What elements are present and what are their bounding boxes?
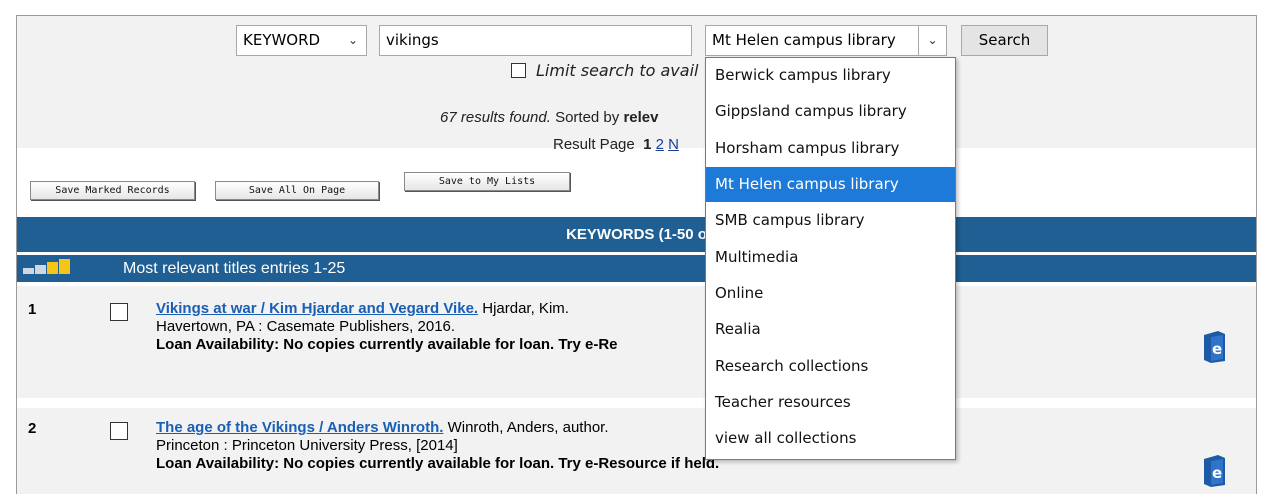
dropdown-option-view-all[interactable]: view all collections <box>706 421 955 456</box>
result-page-label: Result Page <box>553 136 635 153</box>
dropdown-option-gippsland[interactable]: Gippsland campus library <box>706 94 955 129</box>
results-count: 67 results found. <box>440 109 551 126</box>
chevron-down-icon[interactable]: ⌄ <box>918 26 946 55</box>
next-page-link[interactable]: N <box>668 136 679 153</box>
table-row: 1 Vikings at war / Kim Hjardar and Vegar… <box>17 286 1256 398</box>
relevant-titles-header: Most relevant titles entries 1-25 <box>17 255 1256 282</box>
page-2-link[interactable]: 2 <box>656 136 664 153</box>
result-pager: Result Page 1 2 N <box>553 136 679 153</box>
chevron-down-icon: ⌄ <box>347 33 358 47</box>
record-loan-availability: Loan Availability: No copies currently a… <box>156 336 618 353</box>
record-publisher: Havertown, PA : Casemate Publishers, 201… <box>156 318 456 335</box>
results-summary: 67 results found. Sorted by relev <box>440 109 659 126</box>
catalog-frame: KEYWORD ⌄ vikings Mt Helen campus librar… <box>16 15 1257 494</box>
dropdown-option-horsham[interactable]: Horsham campus library <box>706 131 955 166</box>
record-number: 2 <box>28 420 37 437</box>
search-button[interactable]: Search <box>961 25 1048 56</box>
record-title-line: The age of the Vikings / Anders Winroth.… <box>156 419 609 436</box>
dropdown-option-berwick[interactable]: Berwick campus library <box>706 58 955 93</box>
search-type-value: KEYWORD <box>243 31 321 49</box>
keywords-header-text: KEYWORDS (1-50 o <box>566 226 707 243</box>
dropdown-option-online[interactable]: Online <box>706 276 955 311</box>
collection-select[interactable]: Mt Helen campus library ⌄ <box>705 25 947 56</box>
dropdown-option-smb[interactable]: SMB campus library <box>706 203 955 238</box>
search-input-value: vikings <box>386 31 439 49</box>
dropdown-option-multimedia[interactable]: Multimedia <box>706 240 955 275</box>
e-resource-book-icon[interactable]: e <box>1202 330 1227 364</box>
limit-label: Limit search to avail <box>536 61 699 80</box>
sorted-prefix: Sorted by <box>550 109 624 126</box>
record-number: 1 <box>28 301 37 318</box>
dropdown-option-teacher[interactable]: Teacher resources <box>706 385 955 420</box>
svg-text:e: e <box>1212 340 1222 358</box>
relevant-titles-text: Most relevant titles entries 1-25 <box>123 260 346 277</box>
dropdown-option-research[interactable]: Research collections <box>706 349 955 384</box>
save-to-my-lists-button[interactable]: Save to My Lists <box>404 172 570 191</box>
record-title-line: Vikings at war / Kim Hjardar and Vegard … <box>156 300 569 317</box>
record-checkbox[interactable] <box>110 422 128 440</box>
save-all-on-page-button[interactable]: Save All On Page <box>215 181 379 200</box>
record-title-link[interactable]: Vikings at war / Kim Hjardar and Vegard … <box>156 300 478 317</box>
collection-select-value: Mt Helen campus library <box>712 31 896 49</box>
current-page: 1 <box>643 136 652 153</box>
record-author: Hjardar, Kim. <box>478 300 569 317</box>
record-loan-availability: Loan Availability: No copies currently a… <box>156 455 720 472</box>
collection-dropdown-list: Berwick campus library Gippsland campus … <box>705 57 956 460</box>
dropdown-option-mt-helen[interactable]: Mt Helen campus library <box>706 167 955 202</box>
search-area: KEYWORD ⌄ vikings Mt Helen campus librar… <box>17 16 1256 148</box>
dropdown-option-realia[interactable]: Realia <box>706 312 955 347</box>
sorted-by-value: relev <box>623 109 659 126</box>
svg-text:e: e <box>1212 464 1222 482</box>
limit-checkbox[interactable] <box>511 63 526 78</box>
record-author: Winroth, Anders, author. <box>443 419 609 436</box>
record-checkbox[interactable] <box>110 303 128 321</box>
search-input[interactable]: vikings <box>379 25 692 56</box>
save-marked-records-button[interactable]: Save Marked Records <box>30 181 195 200</box>
search-type-select[interactable]: KEYWORD ⌄ <box>236 25 367 56</box>
record-title-link[interactable]: The age of the Vikings / Anders Winroth. <box>156 419 443 436</box>
record-publisher: Princeton : Princeton University Press, … <box>156 437 458 454</box>
table-row: 2 The age of the Vikings / Anders Winrot… <box>17 408 1256 494</box>
e-resource-book-icon[interactable]: e <box>1202 454 1227 488</box>
keywords-header: KEYWORDS (1-50 o <box>17 217 1256 252</box>
